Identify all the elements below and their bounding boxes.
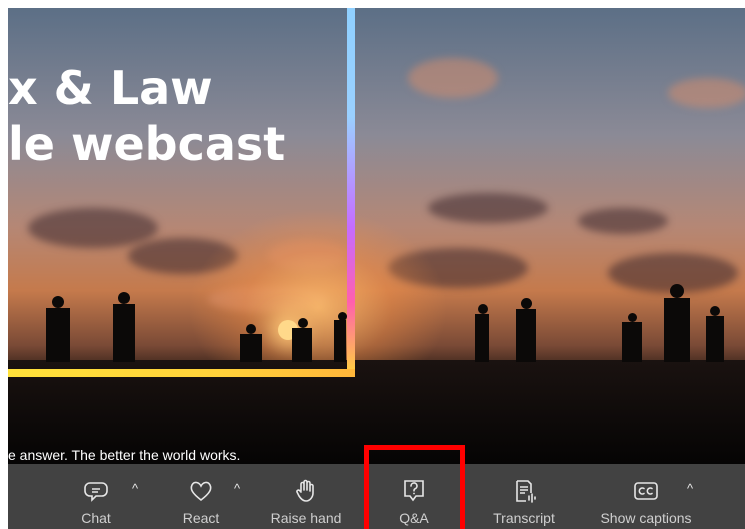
raise-hand-label: Raise hand bbox=[270, 510, 342, 526]
chat-icon bbox=[84, 482, 108, 502]
react-button[interactable]: React bbox=[180, 464, 222, 529]
video-subtitle: e answer. The better the world works. bbox=[8, 447, 241, 463]
chat-options-caret[interactable]: ^ bbox=[128, 482, 142, 496]
heart-icon bbox=[190, 481, 212, 502]
react-options-caret[interactable]: ^ bbox=[230, 482, 244, 496]
video-headline: x & Law le webcast bbox=[8, 60, 285, 172]
show-captions-button[interactable]: Show captions bbox=[594, 464, 698, 529]
hand-icon bbox=[296, 479, 314, 502]
meeting-toolbar: Chat ^ React ^ Raise hand Q&A Transcript bbox=[8, 464, 745, 529]
frame-border-right bbox=[347, 8, 355, 376]
qa-label: Q&A bbox=[399, 510, 429, 526]
transcript-icon bbox=[516, 480, 536, 503]
raise-hand-button[interactable]: Raise hand bbox=[266, 464, 346, 529]
chat-label: Chat bbox=[81, 510, 111, 526]
headline-line-2: le webcast bbox=[8, 117, 286, 171]
chat-button[interactable]: Chat bbox=[76, 464, 116, 529]
question-bubble-icon bbox=[404, 480, 424, 502]
transcript-label: Transcript bbox=[493, 510, 555, 526]
captions-options-caret[interactable]: ^ bbox=[683, 482, 697, 496]
transcript-button[interactable]: Transcript bbox=[484, 464, 564, 529]
frame-border-bottom bbox=[8, 369, 355, 377]
show-captions-label: Show captions bbox=[600, 510, 692, 526]
qa-button[interactable]: Q&A bbox=[394, 464, 434, 529]
cc-icon bbox=[634, 482, 658, 500]
webcast-video: x & Law le webcast bbox=[8, 8, 745, 464]
headline-line-1: x & Law bbox=[8, 61, 213, 115]
react-label: React bbox=[182, 510, 220, 526]
